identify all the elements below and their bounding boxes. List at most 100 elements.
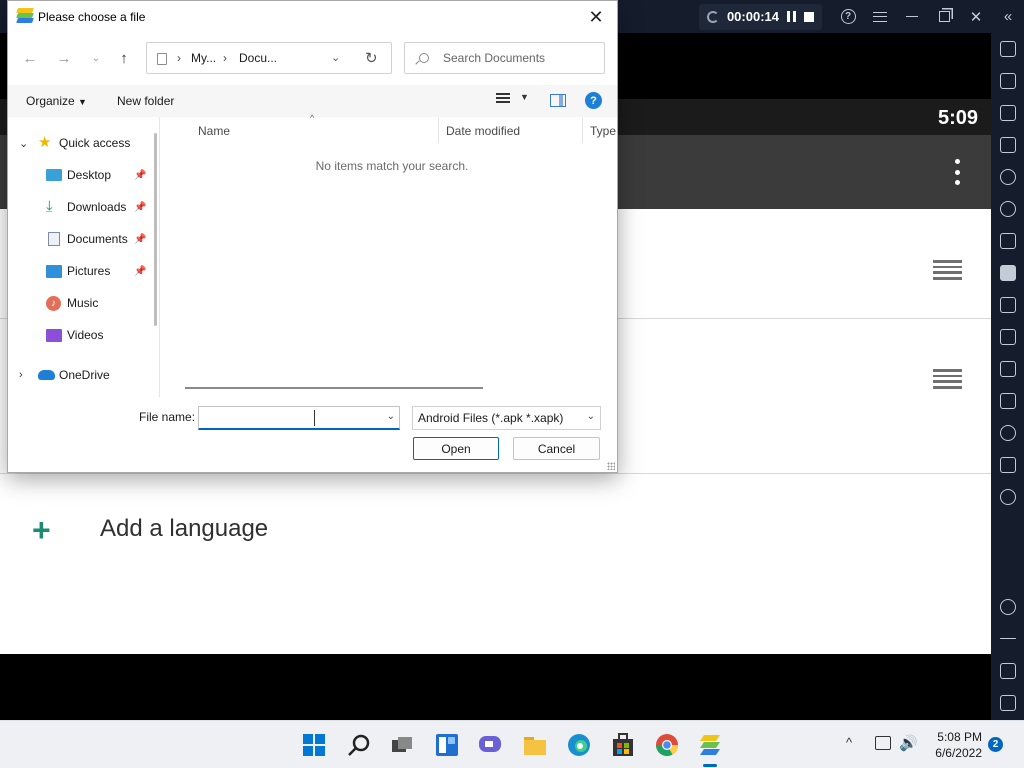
document-location-icon: [157, 53, 167, 65]
nav-item-label: Music: [67, 296, 99, 310]
widgets-button[interactable]: [435, 733, 459, 757]
recents-icon[interactable]: [1000, 695, 1016, 711]
help-button[interactable]: ?: [832, 0, 864, 33]
file-explorer-button[interactable]: [523, 733, 547, 757]
file-name-input[interactable]: [203, 410, 373, 424]
recent-locations-chevron-icon[interactable]: ⌄: [84, 40, 108, 76]
open-button[interactable]: Open: [413, 437, 499, 460]
volume-icon[interactable]: 🔊: [899, 734, 918, 752]
dialog-help-icon[interactable]: ?: [585, 92, 602, 109]
chat-button[interactable]: [478, 733, 502, 757]
multi-instance-icon[interactable]: [1000, 361, 1016, 377]
fullscreen-icon[interactable]: [1000, 41, 1016, 57]
home-icon[interactable]: [1000, 663, 1016, 679]
forward-arrow-icon[interactable]: →: [52, 40, 76, 76]
settings-icon[interactable]: [1000, 599, 1016, 615]
folder-icon[interactable]: [1000, 329, 1016, 345]
keyboard-icon[interactable]: [1000, 137, 1016, 153]
address-bar[interactable]: › My... › Docu... ⌄ ↻: [146, 42, 392, 74]
nav-item-music[interactable]: ♪ Music: [8, 290, 153, 316]
view-options-dropdown-icon[interactable]: ▼: [520, 92, 529, 102]
active-app-indicator: [703, 764, 717, 767]
speed-icon[interactable]: [1000, 489, 1016, 505]
file-type-select[interactable]: Android Files (*.apk *.xapk) ⌄: [412, 406, 601, 430]
view-list-icon[interactable]: [496, 93, 510, 105]
volume-icon[interactable]: [1000, 73, 1016, 89]
organize-button[interactable]: Organize ▼: [26, 94, 87, 108]
bluestacks-taskbar-button[interactable]: [698, 733, 722, 757]
nav-item-downloads[interactable]: ⤓ Downloads 📌: [8, 194, 153, 220]
pause-recording-icon[interactable]: [787, 11, 796, 22]
edge-button[interactable]: [567, 733, 591, 757]
minimize-button[interactable]: [896, 0, 928, 33]
add-language-row[interactable]: + Add a language: [0, 477, 991, 577]
menu-button[interactable]: [864, 0, 896, 33]
controller-icon[interactable]: [1000, 233, 1016, 249]
show-hidden-icons-chevron-icon[interactable]: ^: [846, 735, 852, 750]
back-icon[interactable]: [1000, 638, 1016, 639]
breadcrumb-item[interactable]: Docu...: [239, 51, 277, 65]
add-language-label: Add a language: [100, 515, 269, 542]
system-clock[interactable]: 5:08 PM 6/6/2022: [920, 729, 982, 761]
notification-badge[interactable]: 2: [988, 737, 1003, 752]
apk-icon[interactable]: [1000, 265, 1016, 281]
location-icon[interactable]: [1000, 425, 1016, 441]
file-name-dropdown-icon[interactable]: ⌄: [387, 411, 395, 422]
search-box[interactable]: [404, 42, 605, 74]
collapse-sidebar-button[interactable]: «: [992, 0, 1024, 33]
expanded-chevron-icon[interactable]: ⌄: [19, 137, 28, 150]
column-separator[interactable]: [582, 117, 583, 143]
nav-item-pictures[interactable]: Pictures 📌: [8, 258, 153, 284]
new-folder-button[interactable]: New folder: [117, 94, 174, 108]
file-name-combobox[interactable]: ⌄: [198, 406, 400, 430]
nav-item-desktop[interactable]: Desktop 📌: [8, 162, 153, 188]
nav-item-label: Quick access: [59, 136, 131, 150]
column-header-name[interactable]: Name: [198, 124, 230, 138]
dialog-close-button[interactable]: ✕: [581, 4, 611, 30]
back-arrow-icon[interactable]: ←: [18, 40, 42, 76]
network-icon[interactable]: [875, 736, 891, 750]
address-dropdown-icon[interactable]: ⌄: [331, 51, 340, 64]
nav-item-documents[interactable]: Documents 📌: [8, 226, 153, 252]
eraser-icon[interactable]: [1000, 393, 1016, 409]
column-separator[interactable]: [438, 117, 439, 143]
chrome-button[interactable]: [655, 733, 679, 757]
collapsed-chevron-icon[interactable]: ›: [19, 369, 23, 381]
drag-handle-icon[interactable]: [933, 369, 962, 389]
file-name-label: File name:: [139, 410, 196, 424]
restore-button[interactable]: [928, 0, 960, 33]
navigation-scrollbar[interactable]: [154, 133, 157, 326]
overflow-menu-icon[interactable]: [955, 159, 961, 185]
task-view-button[interactable]: [390, 733, 414, 757]
rotate-icon[interactable]: [1000, 201, 1016, 217]
refresh-icon[interactable]: ↻: [365, 49, 378, 67]
horizontal-scrollbar[interactable]: [185, 387, 483, 389]
taskbar-search-button[interactable]: [347, 733, 371, 757]
screenshot-icon[interactable]: [1000, 297, 1016, 313]
start-button[interactable]: [302, 733, 326, 757]
nav-item-quick-access[interactable]: ⌄ ★ Quick access: [8, 130, 153, 156]
up-arrow-icon[interactable]: ↑: [112, 40, 136, 76]
nav-item-videos[interactable]: Videos: [8, 322, 153, 348]
android-clock: 5:09: [937, 107, 978, 129]
layers-icon[interactable]: [1000, 457, 1016, 473]
search-input[interactable]: [443, 51, 593, 65]
cancel-button[interactable]: Cancel: [513, 437, 600, 460]
dialog-titlebar[interactable]: Please choose a file ✕: [8, 1, 617, 34]
stop-recording-icon[interactable]: [804, 11, 814, 22]
chrome-icon: [656, 734, 678, 756]
column-header-date-modified[interactable]: Date modified: [446, 124, 520, 138]
breadcrumb-item[interactable]: My...: [191, 51, 216, 65]
preview-pane-icon[interactable]: [550, 94, 566, 107]
drag-handle-icon[interactable]: [933, 260, 962, 280]
media-icon[interactable]: [1000, 105, 1016, 121]
column-header-type[interactable]: Type: [590, 124, 616, 138]
desktop-icon: [46, 169, 62, 181]
resize-grip-icon[interactable]: [607, 462, 615, 470]
close-icon: ✕: [969, 8, 983, 26]
store-button[interactable]: [611, 733, 635, 757]
clock-time: 5:08 PM: [937, 730, 982, 744]
nav-item-onedrive[interactable]: › OneDrive: [8, 362, 153, 388]
replay-icon[interactable]: [1000, 169, 1016, 185]
close-emulator-button[interactable]: ✕: [960, 0, 992, 33]
